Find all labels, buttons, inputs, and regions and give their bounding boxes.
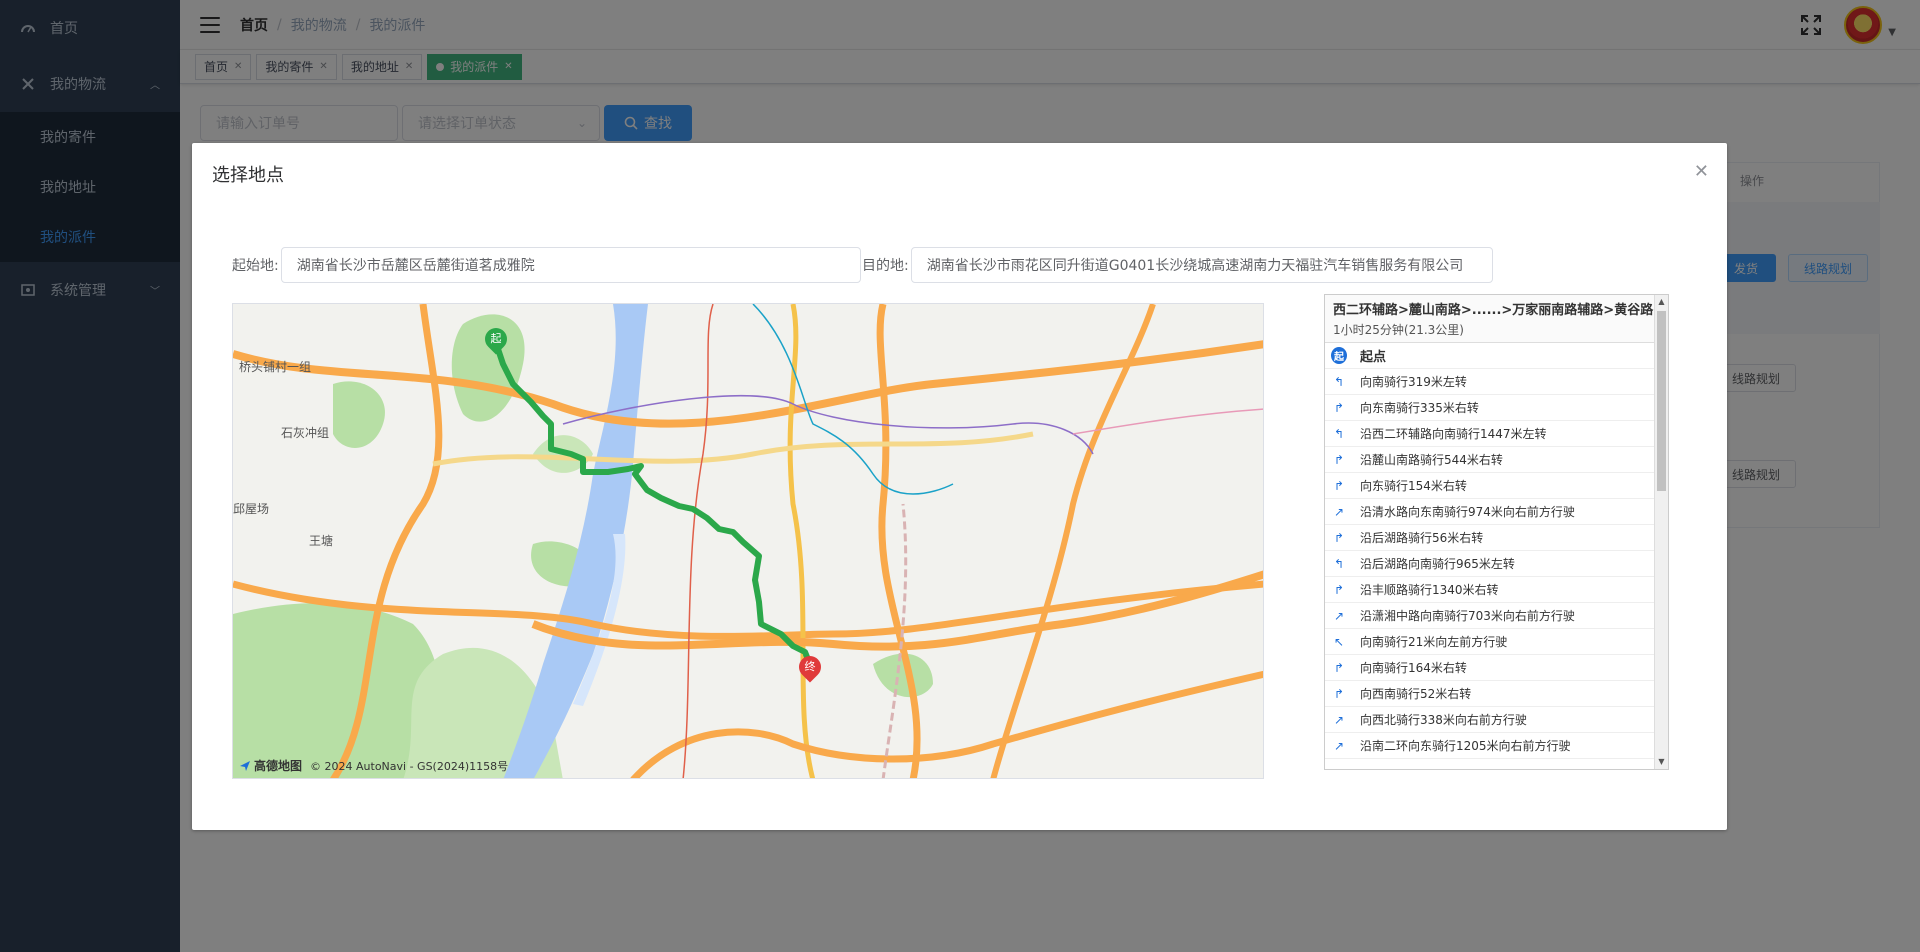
route-step[interactable]: ↖ 向南骑行21米向左前方行驶 xyxy=(1325,629,1668,655)
dialog-title: 选择地点 xyxy=(212,165,284,186)
route-step[interactable]: ↱ 向东骑行154米右转 xyxy=(1325,473,1668,499)
select-location-dialog: 选择地点 ✕ 起始地: 湖南省长沙市岳麓区岳麓街道茗成雅院 目的地: 湖南省长沙… xyxy=(192,143,1727,830)
route-step[interactable]: ↰ 向南骑行319米左转 xyxy=(1325,369,1668,395)
route-step[interactable]: ↰ 沿后湖路向南骑行965米左转 xyxy=(1325,551,1668,577)
road xyxy=(630,670,1263,778)
turn-left-icon: ↰ xyxy=(1333,426,1345,441)
route-step[interactable]: ↗ 向西北骑行338米向右前方行驶 xyxy=(1325,707,1668,733)
route-step-text: 沿麓山南路骑行544米右转 xyxy=(1360,453,1503,467)
scroll-up-icon[interactable]: ▲ xyxy=(1655,295,1668,309)
route-summary-time: 1小时25分钟(21.3公里) xyxy=(1333,323,1464,337)
route-step-text: 向南骑行164米右转 xyxy=(1360,661,1467,675)
route-step[interactable]: ↰ 沿西二环辅路向南骑行1447米左转 xyxy=(1325,421,1668,447)
route-step-text: 向西北骑行338米向右前方行驶 xyxy=(1360,713,1527,727)
route-step-text: 沿后湖路骑行56米右转 xyxy=(1360,531,1484,545)
route-step-text: 沿南二环向东骑行1205米向右前方行驶 xyxy=(1360,739,1571,753)
route-step-text: 向东骑行154米右转 xyxy=(1360,479,1467,493)
route-steps: 起起点 ↰ 向南骑行319米左转 ↱ 向东南骑行335米右转 ↰ 沿西二环辅路向南骑行144… xyxy=(1325,343,1668,759)
map-copyright: © 2024 AutoNavi - GS(2024)1158号 xyxy=(310,759,509,773)
route-step-text: 向西南骑行52米右转 xyxy=(1360,687,1472,701)
turn-left-front-icon: ↖ xyxy=(1333,634,1345,649)
route-map[interactable]: 起 终 桥头铺村一组 石灰冲组 邱屋场 王塘 高德地图 © 2024 AutoN… xyxy=(232,303,1264,779)
map-footer: 高德地图 © 2024 AutoNavi - GS(2024)1158号 xyxy=(239,757,508,774)
route-summary[interactable]: 西二环辅路>麓山南路>......>万家丽南路辅路>黄谷路 1小时25分钟(21… xyxy=(1325,295,1668,343)
turn-right-front-icon: ↗ xyxy=(1333,504,1345,519)
route-step[interactable]: ↱ 向西南骑行52米右转 xyxy=(1325,681,1668,707)
railway xyxy=(881,503,908,778)
turn-right-icon: ↱ xyxy=(1333,530,1345,545)
dest-field-row: 目的地: 湖南省长沙市雨花区同升街道G0401长沙绕城高速湖南力天福驻汽车销售服… xyxy=(862,247,1493,283)
turn-right-icon: ↱ xyxy=(1333,660,1345,675)
start-location-input[interactable]: 湖南省长沙市岳麓区岳麓街道茗成雅院 xyxy=(280,247,861,283)
turn-right-icon: ↱ xyxy=(1333,478,1345,493)
turn-left-icon: ↰ xyxy=(1333,556,1345,571)
dest-label: 目的地: xyxy=(862,258,909,274)
route-step[interactable]: ↗ 沿潇湘中路向南骑行703米向右前方行驶 xyxy=(1325,603,1668,629)
route-step[interactable]: ↱ 向南骑行164米右转 xyxy=(1325,655,1668,681)
turn-right-front-icon: ↗ xyxy=(1333,738,1345,753)
map-logo[interactable]: 高德地图 xyxy=(239,757,302,774)
turn-left-icon: ↰ xyxy=(1333,374,1345,389)
route-step[interactable]: ↗ 沿清水路向东南骑行974米向右前方行驶 xyxy=(1325,499,1668,525)
end-marker-label: 终 xyxy=(804,660,816,673)
map-logo-text: 高德地图 xyxy=(254,759,303,773)
start-point-label: 起 xyxy=(1331,347,1347,364)
start-point-icon: 起 xyxy=(1331,347,1347,364)
map-place-label: 邱屋场 xyxy=(233,502,270,516)
navigation-arrow-icon xyxy=(240,760,250,771)
start-label: 起始地: xyxy=(232,258,279,274)
start-marker-label: 起 xyxy=(490,332,502,345)
road xyxy=(432,431,1034,467)
road xyxy=(787,304,816,778)
route-step[interactable]: ↗ 沿南二环向东骑行1205米向右前方行驶 xyxy=(1325,733,1668,759)
scrollbar-thumb[interactable] xyxy=(1657,311,1666,491)
road xyxy=(876,304,921,778)
route-step-text: 沿后湖路向南骑行965米左转 xyxy=(1360,557,1515,571)
route-step-text: 沿清水路向东南骑行974米向右前方行驶 xyxy=(1360,505,1575,519)
route-step[interactable]: 起起点 xyxy=(1325,343,1668,369)
route-step[interactable]: ↱ 向东南骑行335米右转 xyxy=(1325,395,1668,421)
route-step-text: 向南骑行21米向左前方行驶 xyxy=(1360,635,1508,649)
route-step[interactable]: ↱ 沿丰顺路骑行1340米右转 xyxy=(1325,577,1668,603)
route-panel[interactable]: 西二环辅路>麓山南路>......>万家丽南路辅路>黄谷路 1小时25分钟(21… xyxy=(1324,294,1669,770)
map-place-label: 桥头铺村一组 xyxy=(239,360,312,374)
route-step-text: 沿西二环辅路向南骑行1447米左转 xyxy=(1360,427,1547,441)
route-summary-title: 西二环辅路>麓山南路>......>万家丽南路辅路>黄谷路 xyxy=(1333,303,1654,318)
map-canvas[interactable] xyxy=(233,304,1264,779)
scrollbar[interactable]: ▲ ▼ xyxy=(1654,295,1668,769)
route-step-text: 起点 xyxy=(1360,350,1387,365)
route-step-text: 沿潇湘中路向南骑行703米向右前方行驶 xyxy=(1360,609,1575,623)
route-step-text: 向东南骑行335米右转 xyxy=(1360,401,1479,415)
dest-location-input[interactable]: 湖南省长沙市雨花区同升街道G0401长沙绕城高速湖南力天福驻汽车销售服务有限公司 xyxy=(910,247,1493,283)
turn-right-icon: ↱ xyxy=(1333,400,1345,415)
route-step[interactable]: ↱ 沿麓山南路骑行544米右转 xyxy=(1325,447,1668,473)
route-step-text: 向南骑行319米左转 xyxy=(1360,375,1467,389)
turn-right-front-icon: ↗ xyxy=(1333,712,1345,727)
turn-right-icon: ↱ xyxy=(1333,686,1345,701)
turn-right-icon: ↱ xyxy=(1333,452,1345,467)
turn-right-icon: ↱ xyxy=(1333,582,1345,597)
map-place-label: 王塘 xyxy=(309,534,334,548)
route-step-text: 沿丰顺路骑行1340米右转 xyxy=(1360,583,1499,597)
start-field-row: 起始地: 湖南省长沙市岳麓区岳麓街道茗成雅院 xyxy=(232,247,861,283)
route-step[interactable]: ↱ 沿后湖路骑行56米右转 xyxy=(1325,525,1668,551)
map-place-label: 石灰冲组 xyxy=(281,426,330,440)
metro-line xyxy=(682,304,714,778)
turn-right-front-icon: ↗ xyxy=(1333,608,1345,623)
scroll-down-icon[interactable]: ▼ xyxy=(1655,755,1668,769)
close-icon[interactable]: ✕ xyxy=(1694,161,1709,182)
park-area xyxy=(333,381,385,448)
